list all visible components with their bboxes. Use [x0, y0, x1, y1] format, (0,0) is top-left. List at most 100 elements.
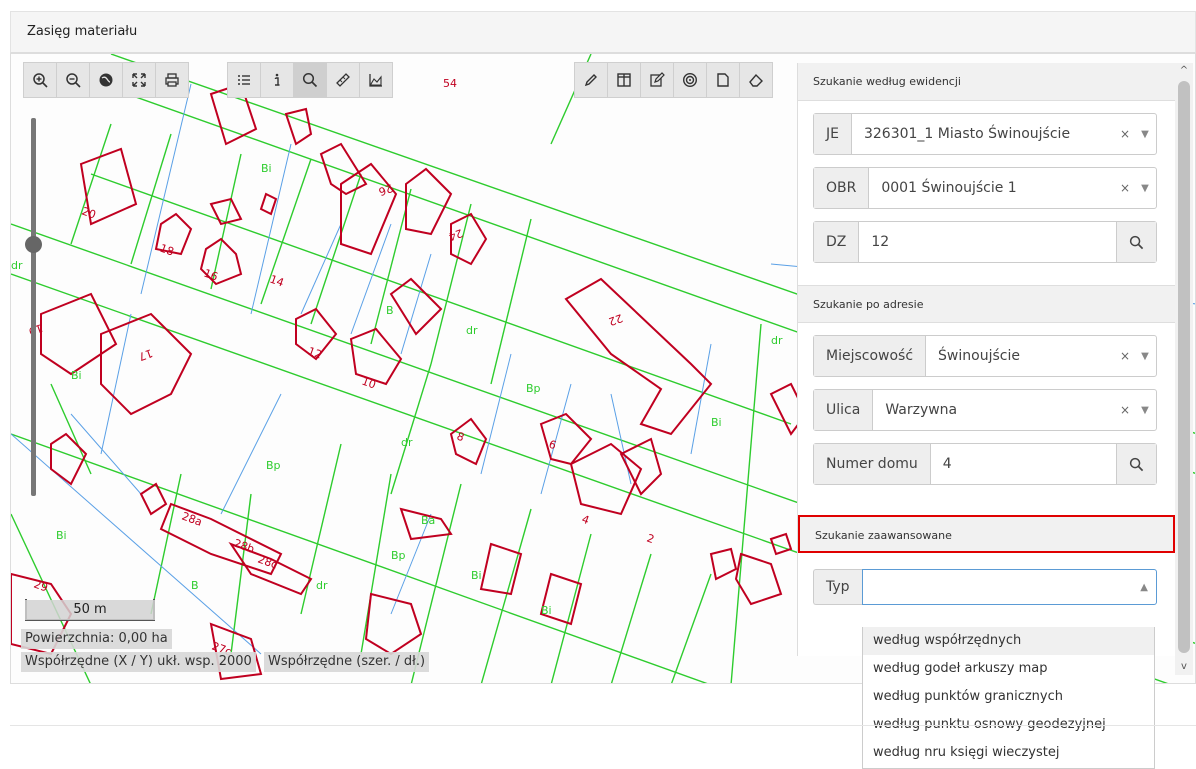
obr-chevron-down-icon[interactable]: ▼	[1134, 168, 1156, 208]
map-label: Bi	[541, 604, 552, 617]
dropdown-option[interactable]: według współrzędnych	[863, 627, 1154, 655]
file-icon	[717, 73, 729, 87]
ulica-value: Warzywna	[885, 402, 958, 418]
columns-button[interactable]	[607, 62, 641, 98]
ulica-select[interactable]: Ulica Warzywna × ▼	[813, 389, 1157, 431]
eraser-button[interactable]	[739, 62, 773, 98]
je-clear-icon[interactable]: ×	[1116, 114, 1134, 154]
print-button[interactable]	[155, 62, 189, 98]
dz-input[interactable]: 12	[859, 222, 1116, 262]
numer-domu-input[interactable]: 4	[931, 444, 1116, 484]
miejscowosc-label: Miejscowość	[814, 336, 927, 376]
globe-button[interactable]	[89, 62, 123, 98]
map-label: dr	[466, 324, 478, 337]
fullscreen-icon	[132, 73, 146, 87]
map-label: Bi	[711, 416, 722, 429]
building-outlines	[11, 82, 808, 681]
area-chart-button[interactable]	[359, 62, 393, 98]
map-label: 12	[306, 345, 324, 362]
typ-input[interactable]: ▲	[861, 569, 1157, 605]
obr-clear-icon[interactable]: ×	[1116, 168, 1134, 208]
map-label: 16	[202, 267, 220, 284]
search-icon	[1129, 235, 1144, 249]
numer-domu-input-group: Numer domu 4	[813, 443, 1157, 485]
map-label: B	[386, 304, 394, 317]
edit-button[interactable]	[640, 62, 674, 98]
map-label: Bi	[261, 162, 272, 175]
dropdown-option[interactable]: według godeł arkuszy map	[863, 655, 1154, 683]
map-label: Bp	[526, 382, 541, 395]
je-select[interactable]: JE 326301_1 Miasto Świnoujście × ▼	[813, 113, 1157, 155]
map-label: 10	[360, 375, 378, 392]
map-label: Bi	[56, 529, 67, 542]
ulica-chevron-down-icon[interactable]: ▼	[1134, 390, 1156, 430]
layers-list-button[interactable]	[227, 62, 261, 98]
toolbar-tools	[227, 62, 393, 98]
map-label: 28a	[180, 510, 204, 529]
section-header-zaawansowane[interactable]: Szukanie zaawansowane	[798, 515, 1175, 553]
map-label: 20	[80, 205, 98, 222]
typ-select[interactable]: Typ ▲	[813, 569, 1157, 605]
miejscowosc-select[interactable]: Miejscowość Świnoujście × ▼	[813, 335, 1157, 377]
pencil-button[interactable]	[574, 62, 608, 98]
miejscowosc-chevron-down-icon[interactable]: ▼	[1134, 336, 1156, 376]
map-status: Powierzchnia: 0,00 ha Współrzędne (X / Y…	[21, 629, 430, 672]
zoom-slider-handle[interactable]	[25, 236, 42, 253]
dropdown-option[interactable]: według nru księgi wieczystej	[863, 739, 1154, 767]
scroll-down-icon[interactable]: v	[1175, 659, 1193, 675]
dz-input-group: DZ 12	[813, 221, 1157, 263]
pencil-icon	[584, 74, 597, 87]
typ-chevron-up-icon[interactable]: ▲	[1140, 582, 1148, 593]
coords-geo-readout: Współrzędne (szer. / dł.)	[263, 652, 430, 672]
search-panel: Szukanie według ewidencji JE 326301_1 Mi…	[797, 63, 1175, 656]
panel-title: Zasięg materiału	[27, 24, 138, 39]
scroll-thumb[interactable]	[1178, 81, 1190, 653]
map-label: dr	[316, 579, 328, 592]
je-value: 326301_1 Miasto Świnoujście	[863, 126, 1071, 142]
dz-search-button[interactable]	[1116, 222, 1156, 262]
map-label: 22	[607, 311, 625, 328]
section-header-ewidencja: Szukanie według ewidencji	[798, 63, 1175, 101]
dropdown-option[interactable]: według punktów granicznych	[863, 683, 1154, 711]
miejscowosc-clear-icon[interactable]: ×	[1116, 336, 1134, 376]
info-button[interactable]	[260, 62, 294, 98]
target-button[interactable]	[673, 62, 707, 98]
eraser-icon	[749, 73, 763, 87]
map-label: dr	[11, 259, 23, 272]
map-label: 28c	[256, 553, 279, 572]
measure-ruler-button[interactable]	[326, 62, 360, 98]
map-label: 4	[580, 513, 591, 528]
section-header-adres: Szukanie po adresie	[798, 285, 1175, 323]
map-label: Bi	[71, 369, 82, 382]
ulica-label: Ulica	[814, 390, 874, 430]
map-label: Ba	[421, 514, 435, 527]
scroll-up-icon[interactable]: ^	[1175, 63, 1193, 79]
zoom-in-button[interactable]	[23, 62, 57, 98]
obr-select[interactable]: OBR 0001 Świnoujście 1 × ▼	[813, 167, 1157, 209]
search-button[interactable]	[293, 62, 327, 98]
miejscowosc-value: Świnoujście	[938, 348, 1020, 364]
fullscreen-button[interactable]	[122, 62, 156, 98]
map-label: B	[191, 579, 199, 592]
je-label: JE	[814, 114, 852, 154]
search-icon	[302, 72, 318, 88]
map-label: 17	[137, 346, 155, 363]
panel-header: Zasięg materiału	[10, 11, 1196, 53]
map-label: 14	[268, 273, 286, 290]
obr-value: 0001 Świnoujście 1	[881, 180, 1017, 196]
search-icon	[1129, 457, 1144, 471]
panel-scrollbar[interactable]: ^ v	[1175, 63, 1193, 675]
measure-ruler-icon	[336, 73, 350, 87]
area-chart-icon	[369, 74, 382, 87]
zoom-slider-track[interactable]	[31, 118, 36, 496]
scale-bar-label: 50 m	[25, 600, 155, 620]
map-label: 6	[547, 438, 558, 453]
obr-label: OBR	[814, 168, 870, 208]
map-labels: 54201816142624221210864228a28b28c27c2919…	[11, 77, 783, 659]
zoom-out-button[interactable]	[56, 62, 90, 98]
ulica-clear-icon[interactable]: ×	[1116, 390, 1134, 430]
numer-domu-search-button[interactable]	[1116, 444, 1156, 484]
je-chevron-down-icon[interactable]: ▼	[1134, 114, 1156, 154]
map-label: 54	[443, 77, 457, 90]
file-button[interactable]	[706, 62, 740, 98]
